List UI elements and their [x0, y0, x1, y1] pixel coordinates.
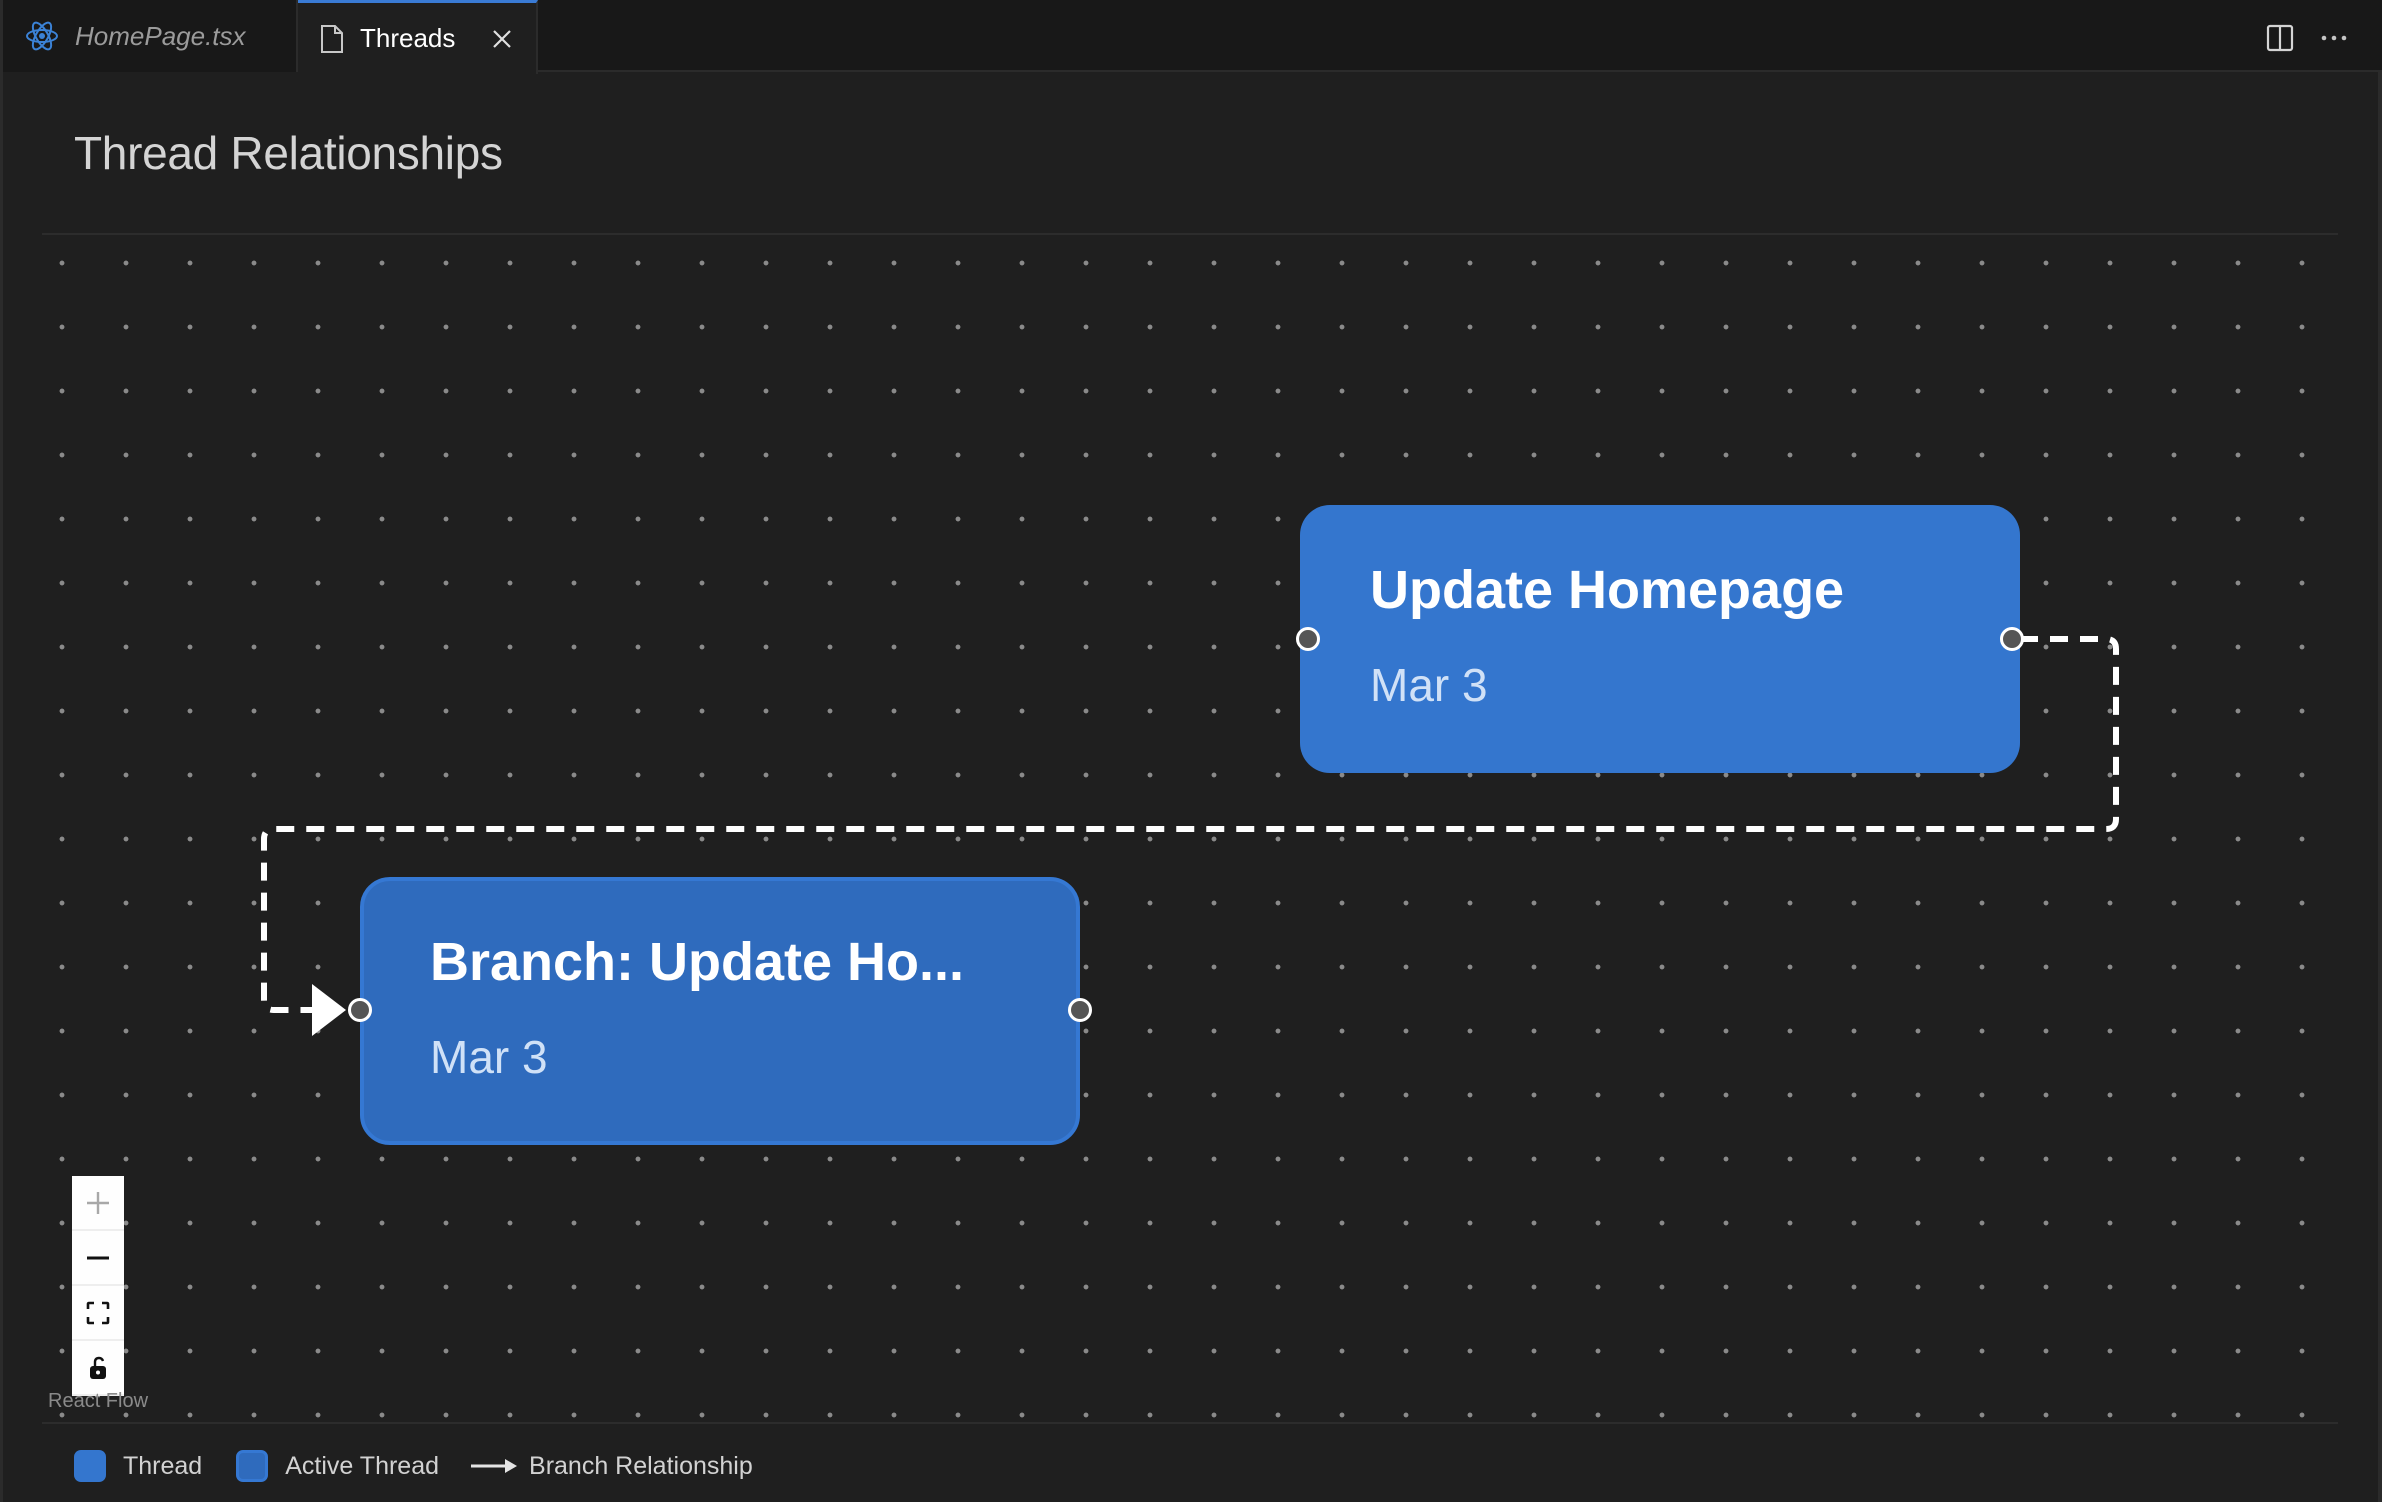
- toggle-interactivity-button[interactable]: [72, 1341, 124, 1396]
- legend-item-thread: Thread: [74, 1450, 202, 1482]
- more-actions-button[interactable]: [2318, 24, 2354, 52]
- react-flow-attribution[interactable]: React Flow: [48, 1390, 148, 1413]
- window-border-left: [0, 0, 3, 1502]
- react-icon: [25, 19, 59, 53]
- legend-item-branch-relationship: Branch Relationship: [471, 1452, 753, 1481]
- legend-label: Active Thread: [285, 1451, 440, 1480]
- edges-layer: [261, 636, 2119, 1036]
- plus-icon: [87, 1191, 109, 1214]
- split-editor-icon: [2266, 24, 2294, 52]
- tab-threads[interactable]: Threads: [298, 0, 538, 74]
- edge-arrowhead: [312, 984, 346, 1036]
- split-editor-button[interactable]: [2266, 24, 2294, 52]
- close-icon[interactable]: [491, 28, 513, 50]
- target-handle[interactable]: [348, 998, 372, 1022]
- active-thread-node[interactable]: Branch: Update Ho... Mar 3: [360, 877, 1080, 1145]
- page-title: Thread Relationships: [74, 127, 503, 179]
- source-handle[interactable]: [1068, 998, 1092, 1022]
- footer-divider: [42, 1422, 2338, 1424]
- node-title: Branch: Update Ho...: [430, 932, 965, 992]
- editor-tab-bar: HomePage.tsx Threads: [0, 0, 2382, 74]
- tab-label: HomePage.tsx: [75, 20, 246, 51]
- unlock-icon: [90, 1356, 106, 1379]
- tab-label: Threads: [360, 23, 456, 53]
- node-date: Mar 3: [1370, 659, 1488, 711]
- source-handle[interactable]: [2000, 627, 2024, 651]
- legend-label: Branch Relationship: [529, 1451, 753, 1480]
- minus-icon: [87, 1256, 109, 1259]
- legend-item-active-thread: Active Thread: [236, 1450, 439, 1482]
- node-date: Mar 3: [430, 1031, 548, 1083]
- zoom-out-button[interactable]: [72, 1231, 124, 1286]
- flow-controls: [72, 1176, 124, 1396]
- file-icon: [320, 24, 344, 54]
- fit-view-button[interactable]: [72, 1286, 124, 1341]
- window-border-right: [2378, 72, 2382, 1502]
- active-thread-swatch: [236, 1450, 269, 1482]
- ellipsis-icon: [2321, 35, 2347, 41]
- legend-label: Thread: [123, 1451, 203, 1480]
- tab-homepage-tsx[interactable]: HomePage.tsx: [3, 0, 298, 72]
- thread-node[interactable]: Update Homepage Mar 3: [1300, 505, 2020, 773]
- zoom-in-button[interactable]: [72, 1176, 124, 1231]
- fit-view-icon: [86, 1301, 110, 1324]
- target-handle[interactable]: [1296, 627, 1320, 651]
- arrow-right-icon: [471, 1459, 518, 1473]
- node-title: Update Homepage: [1370, 560, 1845, 620]
- flow-canvas[interactable]: Update Homepage Mar 3 Branch: Update Ho.…: [42, 235, 2338, 1422]
- thread-swatch: [74, 1450, 106, 1482]
- legend: Thread Active Thread Branch Relationship: [74, 1450, 753, 1482]
